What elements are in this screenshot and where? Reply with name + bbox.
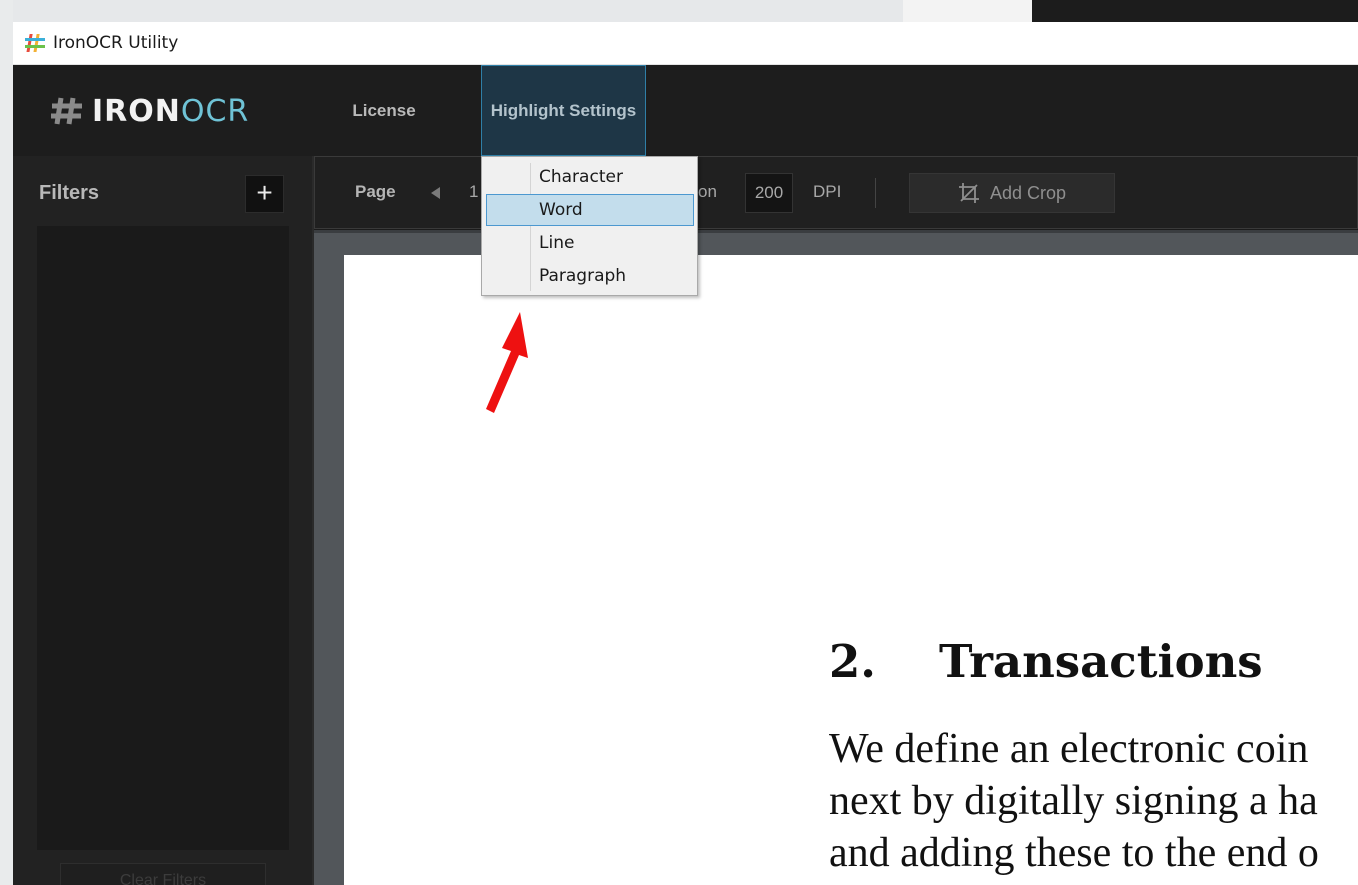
viewer-top-edge [314, 230, 1358, 233]
title-bar[interactable]: IronOCR Utility [13, 22, 1358, 65]
dpi-label: DPI [813, 182, 842, 201]
nav-license[interactable]: License [343, 65, 425, 156]
page-label: Page [355, 182, 396, 201]
resolution-label: on [698, 182, 717, 201]
toolbar-separator [875, 178, 876, 208]
logo-hash-icon [51, 97, 82, 125]
add-filter-button[interactable]: + [245, 175, 284, 213]
filters-sidebar: Filters + Clear Filters [13, 156, 312, 885]
add-crop-label: Add Crop [989, 182, 1067, 203]
document-text-line: We define an electronic coin [829, 726, 1309, 772]
crop-icon [958, 183, 979, 203]
highlight-level-dropdown: Character Word Line Paragraph [481, 156, 698, 296]
window-title: IronOCR Utility [53, 33, 179, 53]
logo-text-ocr: OCR [180, 93, 250, 129]
section-number: 2. [829, 635, 876, 688]
menu-item-paragraph[interactable]: Paragraph [486, 260, 694, 292]
document-viewer[interactable]: 2. Transactions We define an electronic c… [314, 230, 1358, 885]
desktop-left-edge [0, 0, 13, 885]
desktop-dark-window [1032, 0, 1358, 22]
menu-item-line[interactable]: Line [486, 227, 694, 259]
dpi-input[interactable]: 200 [745, 173, 793, 213]
app-window: IronOCR Utility IRON OCR License Highligh… [13, 22, 1358, 885]
filter-list[interactable] [37, 226, 289, 850]
app-hash-icon [25, 34, 45, 52]
top-navigation: IRON OCR License Highlight Settings [13, 65, 1358, 156]
ironocr-logo: IRON OCR [50, 93, 250, 129]
clear-filters-button[interactable]: Clear Filters [60, 863, 266, 885]
add-crop-button[interactable]: Add Crop [909, 173, 1115, 213]
logo-text-iron: IRON [92, 93, 181, 129]
page-toolbar: Page 1 on 200 DPI Add Crop [314, 156, 1358, 229]
nav-highlight-settings[interactable]: Highlight Settings [481, 65, 646, 156]
red-arrow-annotation [486, 312, 528, 413]
desktop-window-edge [903, 0, 1032, 22]
menu-item-word[interactable]: Word [486, 194, 694, 226]
previous-page-icon[interactable] [431, 187, 440, 199]
filters-title: Filters [39, 182, 100, 204]
section-title: Transactions [939, 635, 1263, 688]
document-text-line: next by digitally signing a ha [829, 778, 1318, 824]
menu-item-character[interactable]: Character [486, 161, 694, 193]
document-text-line: and adding these to the end o [829, 830, 1319, 876]
document-section-heading: 2. Transactions [829, 635, 1263, 688]
page-number[interactable]: 1 [469, 182, 478, 202]
